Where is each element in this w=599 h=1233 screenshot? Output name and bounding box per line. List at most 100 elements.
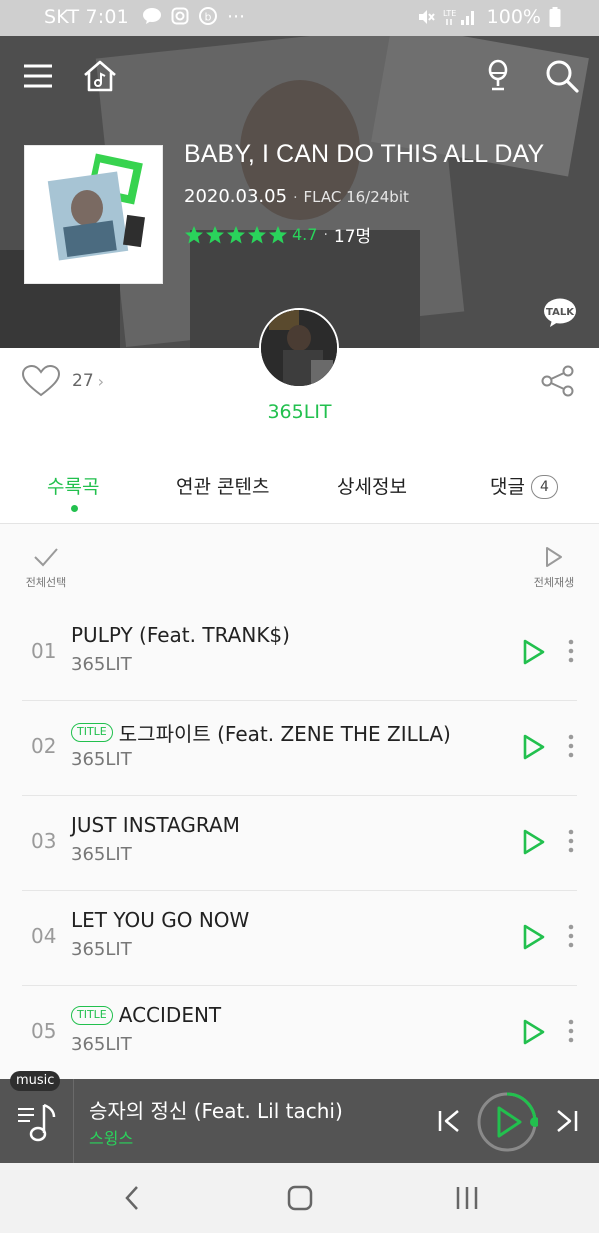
rating-row[interactable]: 4.7 · 17명: [184, 222, 371, 247]
rating-separator: ·: [323, 226, 328, 243]
comment-count-badge: 4: [530, 475, 558, 499]
track-more-button[interactable]: [563, 636, 579, 666]
track-more-button[interactable]: [563, 826, 579, 856]
top-toolbar: [0, 54, 599, 98]
star-icon: [269, 225, 287, 243]
play-icon: [523, 639, 545, 665]
play-button[interactable]: [476, 1091, 540, 1153]
like-count: 27: [72, 371, 94, 391]
battery-icon: [549, 7, 561, 27]
track-artist[interactable]: 365LIT: [71, 654, 132, 675]
mini-player[interactable]: music 승자의 정신 (Feat. Lil tachi) 스윙스: [0, 1071, 599, 1163]
track-title-row: TITLE 도그파이트 (Feat. ZENE THE ZILLA): [71, 718, 451, 747]
play-icon: [523, 1019, 545, 1045]
microphone-icon: [488, 59, 508, 91]
star-icon: [248, 225, 266, 243]
instagram-icon: [170, 6, 190, 26]
more-vertical-icon: [568, 1019, 574, 1043]
star-icon: [227, 225, 245, 243]
title-track-badge: TITLE: [71, 1005, 113, 1025]
track-row[interactable]: 01 PULPY (Feat. TRANK$) 365LIT: [22, 606, 577, 701]
track-play-button[interactable]: [521, 828, 547, 856]
play-icon: [523, 924, 545, 950]
like-button[interactable]: 27 ›: [22, 365, 104, 397]
more-vertical-icon: [568, 924, 574, 948]
search-button[interactable]: [540, 54, 584, 98]
track-more-button[interactable]: [563, 921, 579, 951]
music-tag: music: [10, 1071, 61, 1091]
track-artist[interactable]: 365LIT: [71, 1034, 132, 1055]
heart-icon: [22, 365, 60, 397]
track-more-button[interactable]: [563, 731, 579, 761]
tab-tracks[interactable]: 수록곡: [47, 472, 99, 499]
album-cover[interactable]: [24, 145, 163, 284]
next-button[interactable]: [553, 1107, 581, 1135]
tab-details[interactable]: 상세정보: [337, 472, 407, 499]
more-notifications-icon: ⋯: [227, 5, 245, 27]
system-nav-bar: [0, 1163, 599, 1233]
play-all-label: 전체재생: [533, 576, 575, 589]
artist-avatar[interactable]: [259, 308, 339, 388]
more-vertical-icon: [568, 829, 574, 853]
play-icon: [523, 829, 545, 855]
album-meta: 2020.03.05 · FLAC 16/24bit: [184, 186, 409, 207]
play-all-button[interactable]: 전체재생: [524, 546, 584, 590]
track-title: LET YOU GO NOW: [71, 908, 250, 932]
share-icon: [541, 365, 574, 397]
star-icon: [185, 225, 203, 243]
voice-search-button[interactable]: [476, 54, 520, 98]
play-outline-icon: [546, 547, 562, 567]
track-play-button[interactable]: [521, 638, 547, 666]
tab-related-content[interactable]: 연관 콘텐츠: [176, 472, 269, 499]
audio-format: FLAC 16/24bit: [303, 188, 409, 206]
track-play-button[interactable]: [521, 733, 547, 761]
track-artist[interactable]: 365LIT: [71, 749, 132, 770]
menu-button[interactable]: [16, 54, 60, 98]
star-icon: [206, 225, 224, 243]
battery-percent: 100%: [486, 6, 541, 28]
track-row[interactable]: 04 LET YOU GO NOW 365LIT: [22, 891, 577, 986]
playlist-note-icon: [18, 1103, 56, 1142]
album-title: BABY, I CAN DO THIS ALL DAY: [184, 140, 545, 168]
talk-button[interactable]: TALK: [543, 298, 577, 328]
share-button[interactable]: [541, 365, 575, 397]
track-title-row: LET YOU GO NOW: [71, 908, 249, 932]
playlist-button[interactable]: [14, 1097, 62, 1145]
chevron-right-icon: ›: [97, 371, 105, 391]
svg-text:LTE: LTE: [443, 9, 456, 18]
track-row[interactable]: 02 TITLE 도그파이트 (Feat. ZENE THE ZILLA) 365LI…: [22, 701, 577, 796]
track-artist[interactable]: 365LIT: [71, 844, 132, 865]
player-divider: [73, 1079, 74, 1163]
status-notification-icons: b ⋯: [142, 5, 246, 27]
recents-icon: [456, 1187, 478, 1209]
artist-name[interactable]: 365LIT: [0, 401, 599, 423]
status-carrier-time: SKT 7:01: [44, 6, 129, 28]
track-row[interactable]: 05 TITLE ACCIDENT 365LIT: [22, 986, 577, 1081]
tab-comments[interactable]: 댓글 4: [490, 472, 558, 499]
more-vertical-icon: [568, 639, 574, 663]
track-play-button[interactable]: [521, 1018, 547, 1046]
tab-bar: 수록곡 연관 콘텐츠 상세정보 댓글 4: [0, 468, 599, 524]
track-title: PULPY (Feat. TRANK$): [71, 623, 290, 647]
track-row[interactable]: 03 JUST INSTAGRAM 365LIT: [22, 796, 577, 891]
status-right: LTE 100%: [417, 6, 561, 28]
checkmark-icon: [34, 548, 58, 567]
play-icon: [523, 734, 545, 760]
track-more-button[interactable]: [563, 1016, 579, 1046]
previous-button[interactable]: [435, 1107, 463, 1135]
track-number: 01: [31, 639, 57, 663]
recents-button[interactable]: [447, 1183, 487, 1213]
select-all-button[interactable]: 전체선택: [18, 546, 74, 590]
back-icon: [125, 1186, 138, 1210]
more-vertical-icon: [568, 734, 574, 758]
back-button[interactable]: [113, 1183, 153, 1213]
mute-icon: [418, 10, 435, 24]
rating-value: 4.7: [292, 225, 318, 244]
rating-count: 17명: [333, 227, 372, 247]
track-title-row: JUST INSTAGRAM: [71, 813, 240, 837]
track-artist[interactable]: 365LIT: [71, 939, 132, 960]
home-button[interactable]: [78, 54, 122, 98]
home-nav-button[interactable]: [280, 1183, 320, 1213]
track-play-button[interactable]: [521, 923, 547, 951]
title-track-badge: TITLE: [71, 723, 113, 742]
